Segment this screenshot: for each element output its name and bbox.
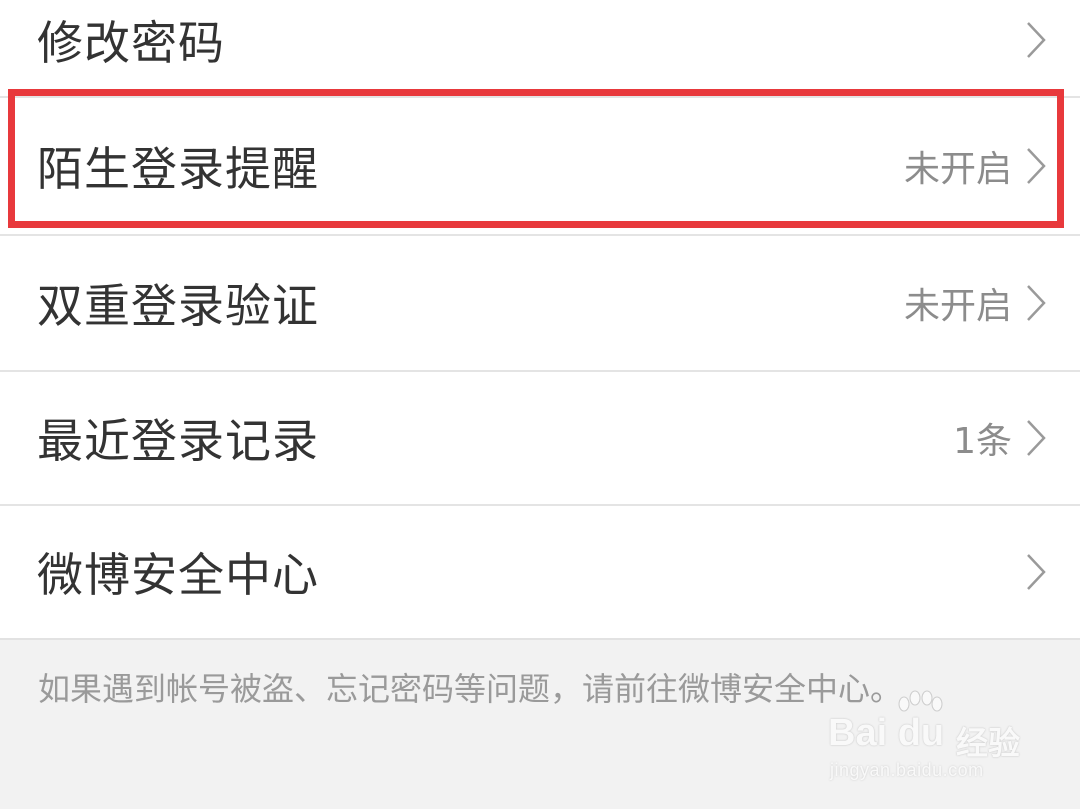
row-label: 陌生登录提醒 <box>37 142 319 196</box>
row-value: 未开启 <box>903 149 1012 190</box>
settings-list: 修改密码 陌生登录提醒 未开启 双重登录验证 未开启 最近登录记录 1条 微博安… <box>0 0 1080 640</box>
settings-row-two-factor-verification[interactable]: 双重登录验证 未开启 <box>0 236 1080 370</box>
chevron-right-icon <box>1024 20 1048 60</box>
settings-row-change-password[interactable]: 修改密码 <box>0 0 1080 82</box>
chevron-right-icon <box>1024 283 1048 323</box>
row-value: 未开启 <box>903 286 1012 327</box>
settings-row-recent-login-records[interactable]: 最近登录记录 1条 <box>0 372 1080 504</box>
row-label: 双重登录验证 <box>37 279 319 333</box>
account-security-page: 修改密码 陌生登录提醒 未开启 双重登录验证 未开启 最近登录记录 1条 微博安… <box>0 0 1080 809</box>
settings-row-weibo-security-center[interactable]: 微博安全中心 <box>0 506 1080 638</box>
footer-note: 如果遇到帐号被盗、忘记密码等问题，请前往微博安全中心。 <box>38 670 903 708</box>
row-label: 修改密码 <box>37 16 225 70</box>
settings-row-stranger-login-alert[interactable]: 陌生登录提醒 未开启 <box>0 98 1080 234</box>
watermark-url: jingyan.baidu.com <box>830 760 984 780</box>
row-label: 微博安全中心 <box>37 548 319 602</box>
chevron-right-icon <box>1024 418 1048 458</box>
watermark-product: 经验 <box>956 724 1021 762</box>
baidu-jingyan-watermark: Bai du 经验 jingyan.baidu.com <box>828 690 1028 790</box>
chevron-right-icon <box>1024 552 1048 592</box>
paw-icon <box>894 690 944 730</box>
chevron-right-icon <box>1024 146 1048 186</box>
row-label: 最近登录记录 <box>37 414 319 468</box>
row-value: 1条 <box>953 421 1012 462</box>
